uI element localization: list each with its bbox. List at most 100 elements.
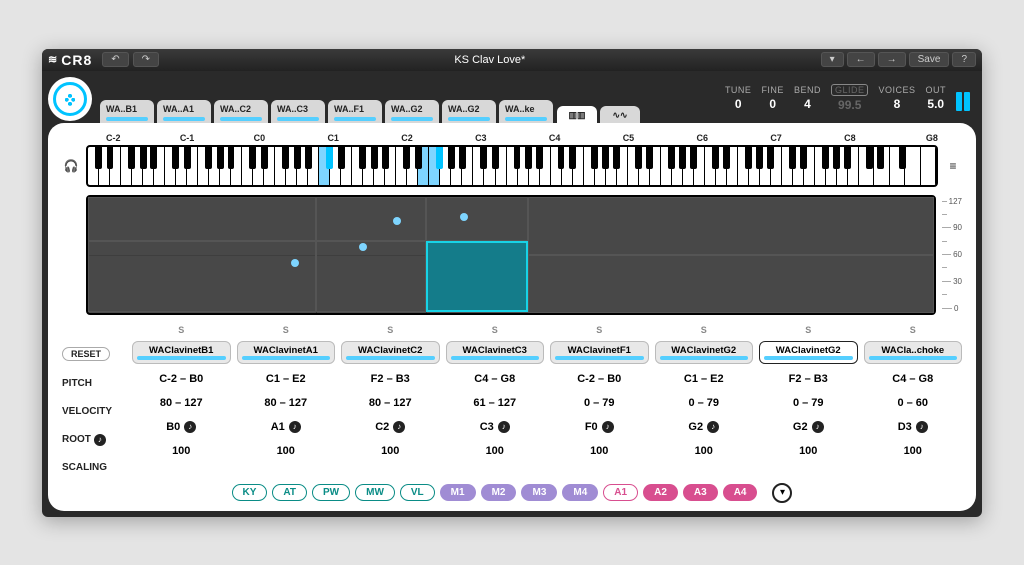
sample-tab[interactable]: WA..G2 xyxy=(385,100,439,123)
pitch-range[interactable]: F2 – B3 xyxy=(759,370,858,388)
black-key[interactable] xyxy=(690,147,697,170)
black-key[interactable] xyxy=(172,147,179,170)
black-key[interactable] xyxy=(371,147,378,170)
zone[interactable] xyxy=(316,197,426,241)
mod-macro[interactable]: M3 xyxy=(521,484,557,501)
undo-button[interactable]: ↶ xyxy=(102,52,128,67)
black-key[interactable] xyxy=(294,147,301,170)
zone[interactable] xyxy=(528,255,934,313)
redo-button[interactable]: ↷ xyxy=(133,52,159,67)
mod-expand-button[interactable]: ▾ xyxy=(772,483,792,503)
black-key[interactable] xyxy=(514,147,521,170)
pitch-range[interactable]: F2 – B3 xyxy=(341,370,440,388)
black-key[interactable] xyxy=(436,147,443,170)
mod-source[interactable]: PW xyxy=(312,484,350,501)
black-key[interactable] xyxy=(635,147,642,170)
velocity-range[interactable]: 80 – 127 xyxy=(237,394,336,412)
menu-icon[interactable]: ≡ xyxy=(944,159,962,173)
black-key[interactable] xyxy=(712,147,719,170)
black-key[interactable] xyxy=(899,147,906,170)
black-key[interactable] xyxy=(305,147,312,170)
mod-source[interactable]: AT xyxy=(272,484,307,501)
mod-source[interactable]: VL xyxy=(400,484,435,501)
black-key[interactable] xyxy=(877,147,884,170)
mod-aux[interactable]: A2 xyxy=(643,484,678,501)
velocity-map[interactable] xyxy=(86,195,936,315)
black-key[interactable] xyxy=(767,147,774,170)
black-key[interactable] xyxy=(415,147,422,170)
black-key[interactable] xyxy=(261,147,268,170)
root-note[interactable]: F0 ♪ xyxy=(550,418,649,436)
scaling-value[interactable]: 100 xyxy=(550,442,649,460)
velocity-range[interactable]: 0 – 79 xyxy=(759,394,858,412)
help-button[interactable]: ? xyxy=(952,52,976,67)
root-note[interactable]: D3 ♪ xyxy=(864,418,963,436)
solo-button[interactable]: S xyxy=(910,325,916,335)
scaling-value[interactable]: 100 xyxy=(341,442,440,460)
sample-tab[interactable]: WA..ke xyxy=(499,100,553,123)
sample-name[interactable]: WACla..choke xyxy=(864,341,963,364)
pitch-range[interactable]: C4 – G8 xyxy=(446,370,545,388)
pitch-range[interactable]: C-2 – B0 xyxy=(550,370,649,388)
black-key[interactable] xyxy=(403,147,410,170)
param-tune[interactable]: TUNE0 xyxy=(725,85,752,111)
headphones-icon[interactable]: 🎧 xyxy=(62,159,80,173)
black-key[interactable] xyxy=(459,147,466,170)
sample-name[interactable]: WAClavinetG2 xyxy=(655,341,754,364)
black-key[interactable] xyxy=(217,147,224,170)
solo-button[interactable]: S xyxy=(387,325,393,335)
velocity-range[interactable]: 80 – 127 xyxy=(132,394,231,412)
black-key[interactable] xyxy=(591,147,598,170)
black-key[interactable] xyxy=(150,147,157,170)
tab-keyboard-view[interactable]: ▥▥ xyxy=(557,106,597,123)
mod-macro[interactable]: M2 xyxy=(481,484,517,501)
sample-tab[interactable]: WA..C2 xyxy=(214,100,268,123)
black-key[interactable] xyxy=(448,147,455,170)
solo-button[interactable]: S xyxy=(701,325,707,335)
zone[interactable] xyxy=(528,197,934,255)
preset-menu-button[interactable]: ▾ xyxy=(821,52,844,67)
mod-aux[interactable]: A4 xyxy=(723,484,758,501)
preset-name[interactable]: KS Clav Love* xyxy=(163,54,817,66)
save-button[interactable]: Save xyxy=(909,52,950,67)
param-fine[interactable]: FINE0 xyxy=(761,85,784,111)
velocity-range[interactable]: 0 – 79 xyxy=(655,394,754,412)
root-note[interactable]: A1 ♪ xyxy=(237,418,336,436)
black-key[interactable] xyxy=(140,147,147,170)
black-key[interactable] xyxy=(338,147,345,170)
solo-button[interactable]: S xyxy=(492,325,498,335)
black-key[interactable] xyxy=(205,147,212,170)
mod-macro[interactable]: M1 xyxy=(440,484,476,501)
preset-prev-button[interactable]: ← xyxy=(847,52,875,67)
black-key[interactable] xyxy=(382,147,389,170)
solo-button[interactable]: S xyxy=(283,325,289,335)
sample-name[interactable]: WAClavinetG2 xyxy=(759,341,858,364)
black-key[interactable] xyxy=(822,147,829,170)
black-key[interactable] xyxy=(128,147,135,170)
black-key[interactable] xyxy=(282,147,289,170)
black-key[interactable] xyxy=(228,147,235,170)
sample-tab[interactable]: WA..B1 xyxy=(100,100,154,123)
black-key[interactable] xyxy=(184,147,191,170)
mod-macro[interactable]: M4 xyxy=(562,484,598,501)
black-key[interactable] xyxy=(95,147,102,170)
black-key[interactable] xyxy=(492,147,499,170)
scaling-value[interactable]: 100 xyxy=(237,442,336,460)
black-key[interactable] xyxy=(833,147,840,170)
scaling-value[interactable]: 100 xyxy=(759,442,858,460)
black-key[interactable] xyxy=(679,147,686,170)
black-key[interactable] xyxy=(536,147,543,170)
black-key[interactable] xyxy=(326,147,333,170)
solo-button[interactable]: S xyxy=(178,325,184,335)
preset-next-button[interactable]: → xyxy=(878,52,906,67)
black-key[interactable] xyxy=(569,147,576,170)
sample-tab[interactable]: WA..C3 xyxy=(271,100,325,123)
root-note[interactable]: G2 ♪ xyxy=(759,418,858,436)
black-key[interactable] xyxy=(800,147,807,170)
root-note[interactable]: B0 ♪ xyxy=(132,418,231,436)
scaling-value[interactable]: 100 xyxy=(132,442,231,460)
black-key[interactable] xyxy=(480,147,487,170)
pitch-range[interactable]: C1 – E2 xyxy=(237,370,336,388)
sample-name[interactable]: WAClavinetC2 xyxy=(341,341,440,364)
black-key[interactable] xyxy=(107,147,114,170)
